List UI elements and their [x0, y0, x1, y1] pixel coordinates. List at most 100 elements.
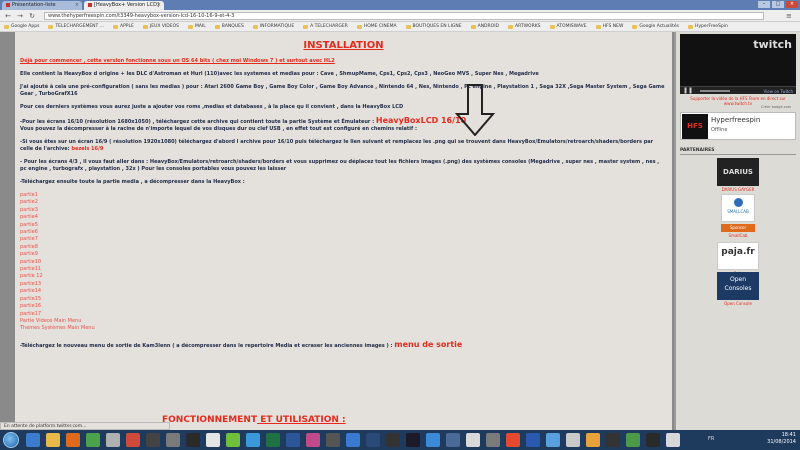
partner-caption: SmallCab — [728, 233, 748, 238]
bookmark-item[interactable]: JEUX VIDEOS — [142, 24, 179, 29]
close-window-icon[interactable]: × — [786, 1, 798, 8]
app-icon[interactable] — [426, 433, 440, 447]
media-part-link[interactable]: partie6 — [20, 229, 667, 236]
app-icon[interactable] — [586, 433, 600, 447]
tab-heavybox[interactable]: [HeavyBox+ Version LCD] × — [84, 1, 164, 10]
explorer-icon[interactable] — [46, 433, 60, 447]
media-part-link[interactable]: partie 12 — [20, 273, 667, 280]
bookmark-item[interactable]: Google Apps — [4, 24, 39, 29]
bookmark-item[interactable]: A TELECHARGER — [303, 24, 348, 29]
app-icon[interactable] — [126, 433, 140, 447]
media-part-link[interactable]: partie14 — [20, 288, 667, 295]
bookmark-item[interactable]: Google Actualités — [632, 24, 679, 29]
app-icon[interactable] — [306, 433, 320, 447]
media-part-link[interactable]: partie2 — [20, 199, 667, 206]
page-viewport: INSTALLATION Déjà pour commencer , cette… — [0, 32, 800, 430]
player-controls[interactable]: ❚❚ View on Twitch — [680, 86, 796, 94]
excel-icon[interactable] — [266, 433, 280, 447]
media-part-link[interactable]: partie11 — [20, 266, 667, 273]
bookmark-item[interactable]: TELECHARGEMENT ... — [48, 24, 104, 29]
system-clock[interactable]: 18:41 31/08/2014 — [767, 432, 796, 446]
app-icon[interactable] — [506, 433, 520, 447]
skype-icon[interactable] — [246, 433, 260, 447]
media-part-link[interactable]: partie13 — [20, 281, 667, 288]
app-icon[interactable] — [326, 433, 340, 447]
pause-icon[interactable]: ❚❚ — [683, 87, 693, 94]
bookmark-item[interactable]: INFORMATIQUE — [252, 24, 294, 29]
app-icon[interactable] — [106, 433, 120, 447]
forward-arrow-icon[interactable]: → — [16, 12, 24, 20]
media-part-link[interactable]: partie16 — [20, 303, 667, 310]
address-bar[interactable]: www.thehyperfreespin.com/t3349-heavybox-… — [44, 12, 764, 20]
minimize-icon[interactable]: – — [758, 1, 770, 8]
twitch-player[interactable]: twitch ❚❚ View on Twitch — [680, 34, 796, 94]
bookmark-item[interactable]: HyperFreeSpin — [687, 24, 728, 29]
back-arrow-icon[interactable]: ← — [4, 12, 12, 20]
menu-icon[interactable]: ≡ — [786, 12, 794, 20]
app-icon[interactable] — [606, 433, 620, 447]
media-part-link[interactable]: Partie Videos Main Menu — [20, 318, 667, 325]
app-icon[interactable] — [386, 433, 400, 447]
app-icon[interactable] — [206, 433, 220, 447]
media-part-link[interactable]: partie3 — [20, 207, 667, 214]
bookmark-item[interactable]: MAIL — [187, 24, 206, 29]
app-icon[interactable] — [446, 433, 460, 447]
media-part-link[interactable]: partie17 — [20, 311, 667, 318]
channel-card[interactable]: HFS Hyperfreespin Offline — [680, 112, 796, 140]
app-icon[interactable] — [646, 433, 660, 447]
app-icon[interactable] — [566, 433, 580, 447]
media-part-link[interactable]: partie15 — [20, 296, 667, 303]
partner-smallcab[interactable]: SMALLCAB Sponsor SmallCab — [704, 194, 772, 238]
app-icon[interactable] — [146, 433, 160, 447]
ie-icon[interactable] — [26, 433, 40, 447]
volume-slider[interactable] — [700, 90, 730, 92]
media-part-link[interactable]: partie9 — [20, 251, 667, 258]
bookmark-item[interactable]: APPLE — [113, 24, 134, 29]
app-icon[interactable] — [666, 433, 680, 447]
firefox-icon[interactable] — [66, 433, 80, 447]
media-part-link[interactable]: Themes Systèmes Main Menu — [20, 325, 667, 332]
chrome-icon[interactable] — [86, 433, 100, 447]
bookmark-item[interactable]: ATOMISWAVE — [549, 24, 587, 29]
exit-menu-link[interactable]: menu de sortie — [394, 340, 462, 349]
bookmark-item[interactable]: BANQUES — [214, 24, 244, 29]
steam-icon[interactable] — [406, 433, 420, 447]
app-icon[interactable] — [626, 433, 640, 447]
media-part-link[interactable]: partie8 — [20, 244, 667, 251]
maximize-icon[interactable]: □ — [772, 1, 784, 8]
bookmark-item[interactable]: BOUTIQUES EN LIGNE — [405, 24, 462, 29]
app-icon[interactable] — [546, 433, 560, 447]
twitch-badge[interactable]: View on Twitch — [764, 89, 793, 94]
close-tab-icon[interactable]: × — [75, 2, 79, 8]
bezels-16-9-link[interactable]: bezels 16/9 — [71, 146, 103, 152]
app-icon[interactable] — [366, 433, 380, 447]
sponsor-badge: Sponsor — [721, 224, 755, 232]
reload-icon[interactable]: ↻ — [28, 12, 36, 20]
partner-darius[interactable]: DARIUS DARIUS GAYGER — [704, 158, 772, 192]
partner-paja[interactable]: paja.fr Paja — [704, 242, 772, 276]
app-icon[interactable] — [486, 433, 500, 447]
badge-credit[interactable]: Créer badge.com — [761, 105, 791, 109]
media-part-link[interactable]: partie7 — [20, 236, 667, 243]
word-icon[interactable] — [286, 433, 300, 447]
media-part-link[interactable]: partie1 — [20, 192, 667, 199]
bookmark-item[interactable]: HOME CINEMA — [356, 24, 397, 29]
spotify-icon[interactable] — [226, 433, 240, 447]
partner-openconsoles[interactable]: Open Consoles Open Console — [704, 272, 772, 306]
media-part-link[interactable]: partie5 — [20, 222, 667, 229]
bookmark-item[interactable]: HFS NEW — [595, 24, 623, 29]
app-icon[interactable] — [466, 433, 480, 447]
heavybox-16-10-link[interactable]: HeavyBoxLCD 16/10 — [376, 116, 466, 125]
media-part-link[interactable]: partie10 — [20, 259, 667, 266]
media-part-link[interactable]: partie4 — [20, 214, 667, 221]
bookmark-item[interactable]: ARTWORKS — [507, 24, 541, 29]
app-icon[interactable] — [186, 433, 200, 447]
bookmark-item[interactable]: ANDROID — [470, 24, 499, 29]
language-indicator[interactable]: FR — [708, 436, 714, 442]
app-icon[interactable] — [346, 433, 360, 447]
start-button[interactable] — [3, 432, 19, 448]
close-tab-icon[interactable]: × — [157, 2, 161, 8]
app-icon[interactable] — [166, 433, 180, 447]
app-icon[interactable] — [526, 433, 540, 447]
tab-presentation[interactable]: Présentation-liste × — [2, 1, 82, 10]
